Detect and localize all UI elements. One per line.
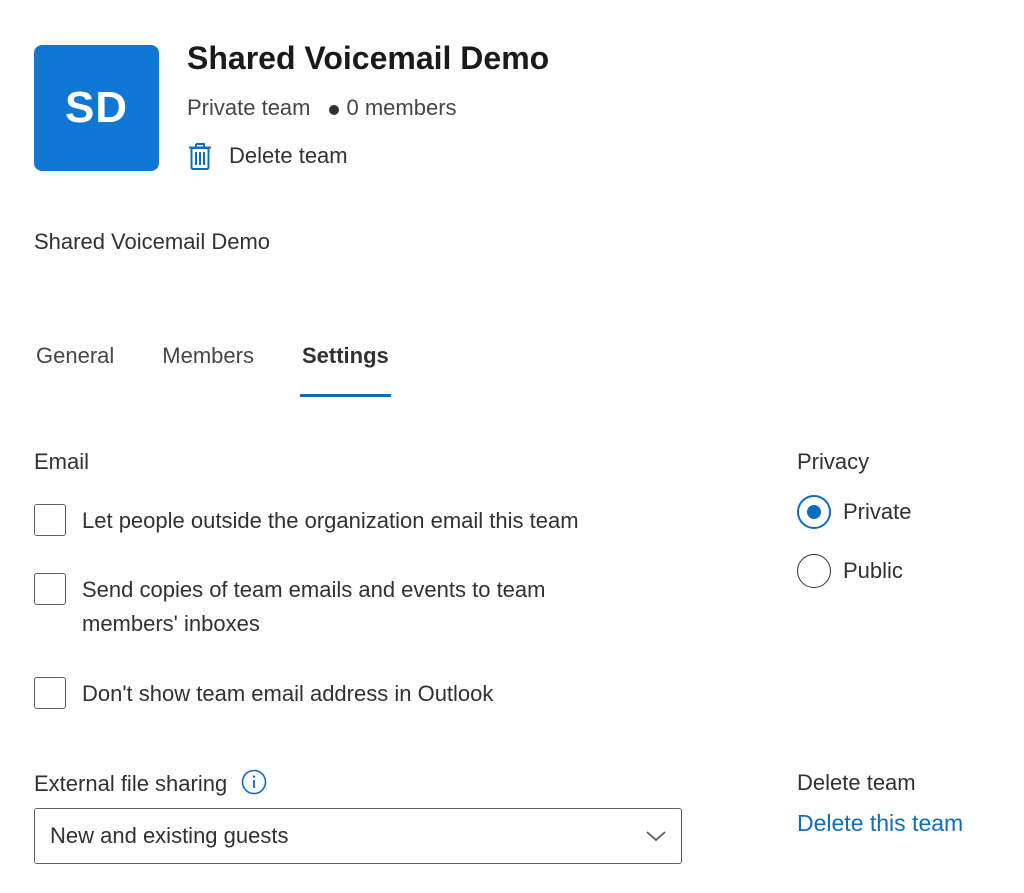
delete-team-label: Delete team xyxy=(229,143,348,168)
checkbox-label: Let people outside the organization emai… xyxy=(82,508,579,533)
avatar: SD xyxy=(34,45,159,171)
checkbox-send-copies[interactable] xyxy=(34,573,66,605)
separator-dot xyxy=(328,105,339,115)
delete-team-button[interactable]: Delete team xyxy=(187,141,348,171)
radio-label: Public xyxy=(843,558,903,583)
checkbox-hide-address[interactable] xyxy=(34,677,66,709)
privacy-heading: Privacy xyxy=(797,449,870,474)
tab-general[interactable]: General xyxy=(36,343,114,395)
members-count: 0 members xyxy=(346,95,457,120)
privacy-option-private[interactable]: Private xyxy=(797,495,911,529)
page-title: Shared Voicemail Demo xyxy=(187,40,550,76)
radio-public[interactable] xyxy=(797,554,831,588)
info-icon[interactable] xyxy=(241,769,267,795)
radio-label: Private xyxy=(843,499,912,524)
trash-icon xyxy=(189,143,211,170)
delete-this-team-link[interactable]: Delete this team xyxy=(797,810,963,837)
team-visibility: Private team xyxy=(187,95,311,120)
email-option-outside: Let people outside the organization emai… xyxy=(34,504,734,538)
avatar-initials: SD xyxy=(64,83,129,132)
chevron-down-icon xyxy=(646,831,666,842)
tab-settings[interactable]: Settings xyxy=(299,343,391,397)
email-heading: Email xyxy=(34,449,90,474)
delete-team-heading: Delete team xyxy=(797,770,916,795)
external-sharing-label: External file sharing xyxy=(34,771,228,796)
external-sharing-dropdown[interactable]: New and existing guests xyxy=(34,808,682,864)
team-description: Shared Voicemail Demo xyxy=(34,229,271,254)
external-sharing-heading: External file sharing xyxy=(34,769,267,797)
email-option-hide-address: Don't show team email address in Outlook xyxy=(34,677,734,711)
radio-private[interactable] xyxy=(797,495,831,529)
tab-members[interactable]: Members xyxy=(162,343,254,395)
email-option-copies: Send copies of team emails and events to… xyxy=(34,573,634,641)
checkbox-outside-email[interactable] xyxy=(34,504,66,536)
privacy-option-public[interactable]: Public xyxy=(797,554,903,588)
tab-bar: General Members Settings xyxy=(36,343,437,397)
dropdown-selected-value: New and existing guests xyxy=(50,823,289,848)
team-meta: Private team 0 members xyxy=(187,95,457,121)
checkbox-label: Don't show team email address in Outlook xyxy=(82,681,494,706)
checkbox-label: Send copies of team emails and events to… xyxy=(82,577,546,636)
